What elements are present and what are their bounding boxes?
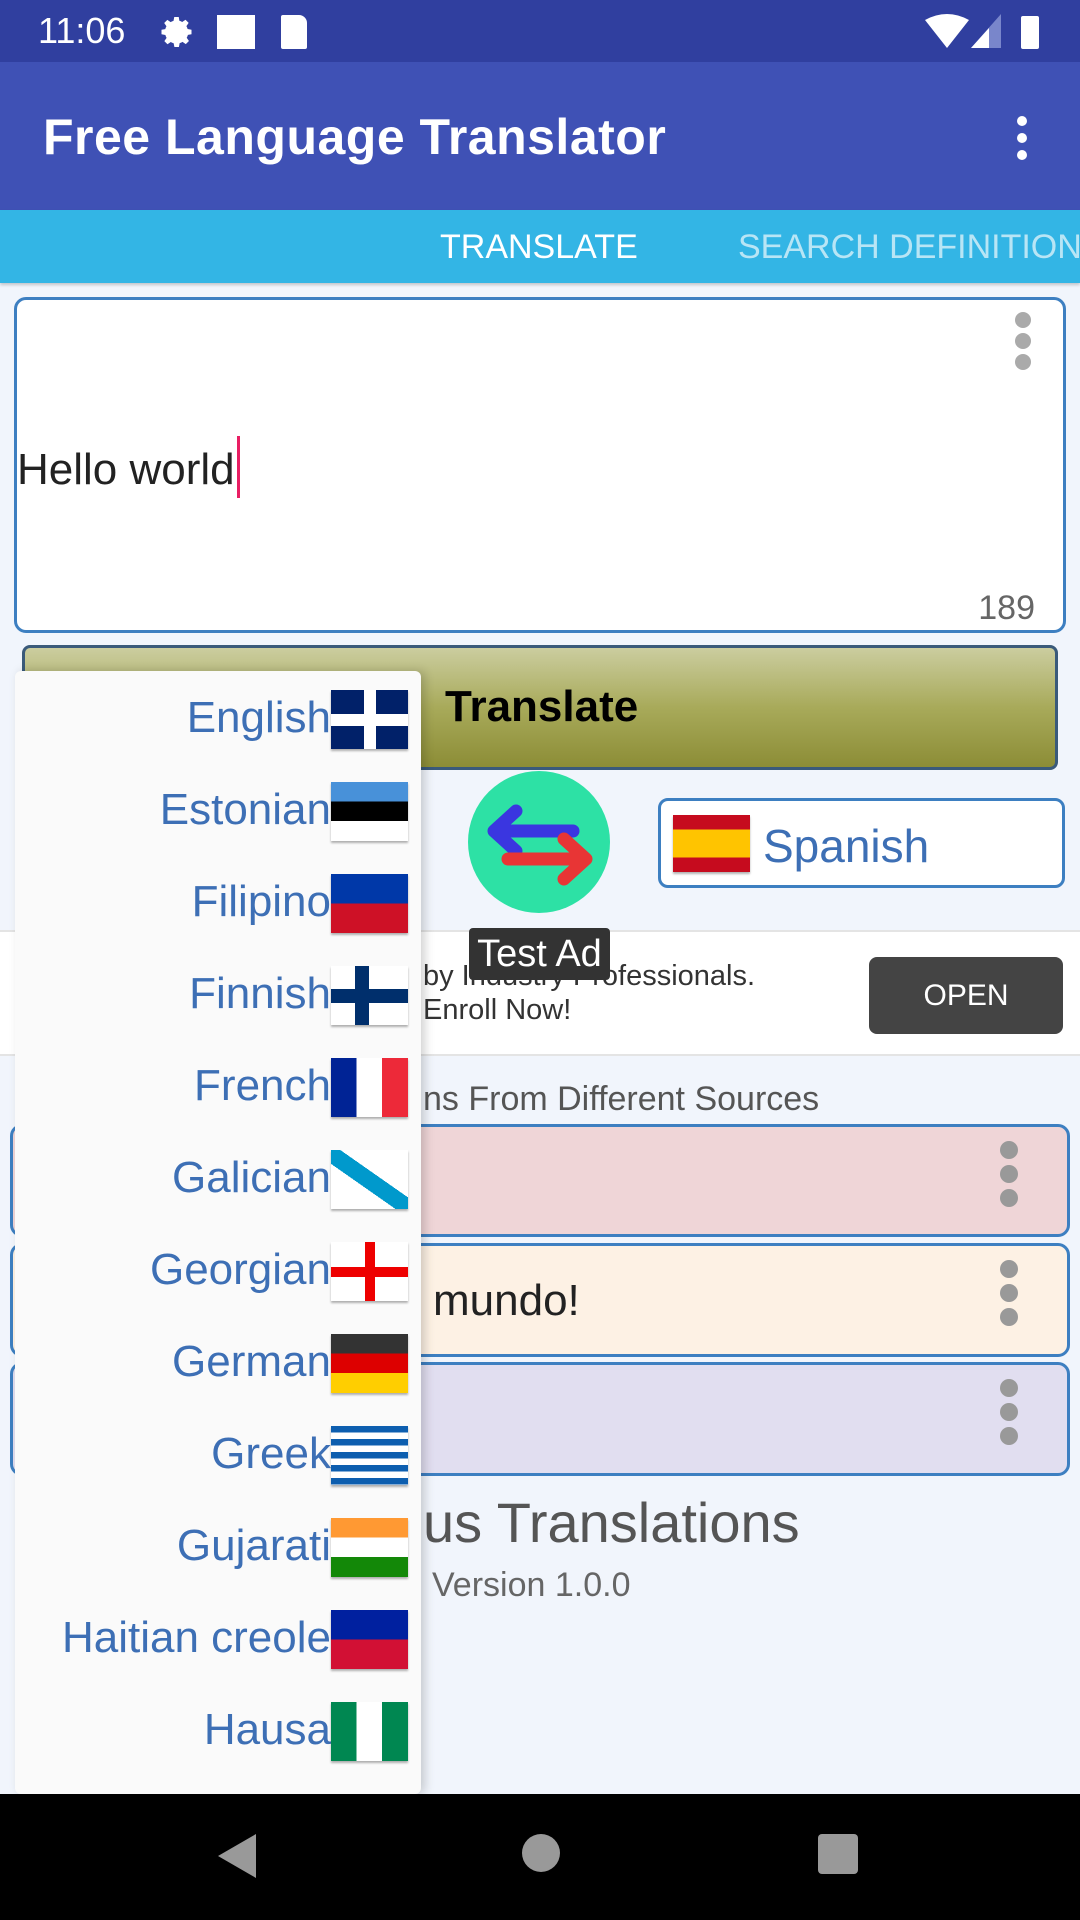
tab-search-definition[interactable]: SEARCH DEFINITION — [738, 228, 1080, 267]
language-option-filipino[interactable]: Filipino — [15, 857, 421, 949]
language-option-french[interactable]: French — [15, 1041, 421, 1133]
swap-arrows-icon — [487, 804, 593, 886]
spain-flag-icon — [673, 815, 750, 872]
result-text: mundo! — [433, 1276, 580, 1325]
language-option-hausa[interactable]: Hausa — [15, 1685, 421, 1777]
france-flag-icon — [331, 1058, 408, 1117]
language-option-gujarati[interactable]: Gujarati — [15, 1501, 421, 1593]
navigation-bar — [0, 1794, 1080, 1920]
test-ad-badge: Test Ad — [469, 928, 610, 980]
translate-button-label: Translate — [445, 682, 639, 731]
swap-languages-button[interactable] — [468, 771, 610, 913]
status-time: 11:06 — [38, 10, 126, 51]
nigeria-flag-icon — [331, 1702, 408, 1761]
language-option-galician[interactable]: Galician — [15, 1133, 421, 1225]
input-value: Hello world — [17, 445, 235, 494]
result-more-icon[interactable] — [999, 1141, 1019, 1207]
language-option-german[interactable]: German — [15, 1317, 421, 1409]
battery-icon — [1021, 16, 1039, 49]
language-option-label: Greek — [211, 1429, 331, 1478]
input-more-icon[interactable] — [1013, 312, 1033, 370]
language-option-label: Filipino — [191, 877, 331, 926]
finland-flag-icon — [331, 966, 408, 1025]
language-option-label: Gujarati — [176, 1521, 331, 1570]
sources-heading: ns From Different Sources — [423, 1080, 820, 1118]
estonia-flag-icon — [331, 782, 408, 841]
india-flag-icon — [331, 1518, 408, 1577]
language-option-label: Georgian — [149, 1245, 331, 1294]
philippines-flag-icon — [331, 874, 408, 933]
language-option-label: Galician — [172, 1153, 331, 1202]
result-more-icon[interactable] — [999, 1379, 1019, 1445]
sd-card-icon — [281, 15, 307, 49]
language-option-label: Estonian — [159, 785, 331, 834]
back-icon[interactable] — [218, 1834, 258, 1878]
language-option-estonian[interactable]: Estonian — [15, 765, 421, 857]
language-option-finnish[interactable]: Finnish — [15, 949, 421, 1041]
target-language-selector[interactable]: Spanish — [658, 798, 1065, 888]
tab-bar: TRANSLATE SEARCH DEFINITION — [0, 210, 1080, 283]
language-option-label: French — [194, 1061, 331, 1110]
ad-text-line2: Enroll Now! — [423, 994, 572, 1026]
target-language-label: Spanish — [763, 820, 930, 872]
more-vert-icon[interactable] — [1012, 116, 1032, 160]
signal-icon — [971, 14, 1001, 48]
language-option-greek[interactable]: Greek — [15, 1409, 421, 1501]
recents-icon[interactable] — [818, 1834, 858, 1874]
wifi-icon — [925, 14, 969, 48]
haiti-flag-icon — [331, 1610, 408, 1669]
char-counter: 189 — [978, 589, 1035, 627]
language-option-label: German — [172, 1337, 331, 1386]
app-title: Free Language Translator — [43, 109, 667, 165]
language-option-label: English — [186, 693, 331, 742]
source-text-input[interactable]: Hello world 189 — [14, 297, 1066, 633]
language-option-label: Finnish — [189, 969, 331, 1018]
galicia-flag-icon — [331, 1150, 408, 1209]
language-dropdown[interactable]: English Estonian Filipino Finnish French Gali… — [15, 671, 421, 1794]
language-option-label: Hausa — [203, 1705, 331, 1754]
tab-translate[interactable]: TRANSLATE — [440, 228, 638, 267]
language-option-georgian[interactable]: Georgian — [15, 1225, 421, 1317]
square-icon — [217, 15, 255, 49]
status-bar: 11:06 — [0, 0, 1080, 62]
greece-flag-icon — [331, 1426, 408, 1485]
germany-flag-icon — [331, 1334, 408, 1393]
text-cursor — [236, 436, 240, 499]
language-option-haitian-creole[interactable]: Haitian creole — [15, 1593, 421, 1685]
ad-open-button[interactable]: OPEN — [869, 957, 1063, 1034]
language-option-english[interactable]: English — [15, 673, 421, 765]
georgia-flag-icon — [331, 1242, 408, 1301]
language-option-label: Haitian creole — [61, 1613, 331, 1662]
home-icon[interactable] — [522, 1834, 560, 1872]
version-label: Version 1.0.0 — [432, 1566, 631, 1604]
gear-icon — [161, 17, 192, 47]
previous-translations-heading: us Translations — [423, 1491, 800, 1554]
app-bar: Free Language Translator — [0, 62, 1080, 210]
result-more-icon[interactable] — [999, 1260, 1019, 1326]
uk-flag-icon — [331, 690, 408, 749]
